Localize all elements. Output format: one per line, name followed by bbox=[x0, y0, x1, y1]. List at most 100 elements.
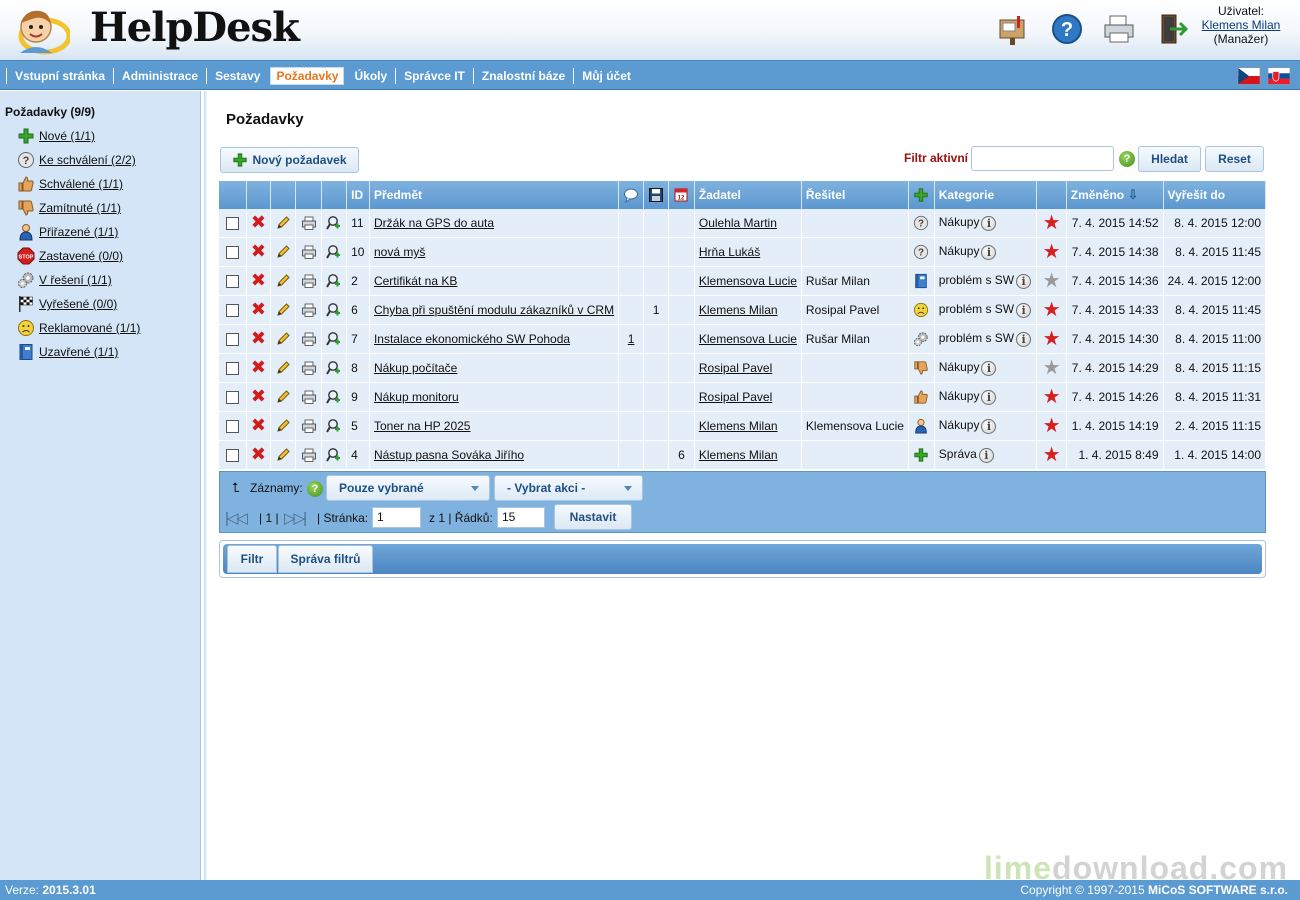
sidebar-item-vyresene[interactable]: Vyřešené (0/0) bbox=[17, 295, 117, 313]
sidebar-item-schvalene[interactable]: Schválené (1/1) bbox=[17, 175, 123, 193]
edit-pencil-icon[interactable] bbox=[275, 331, 291, 345]
print-icon[interactable] bbox=[301, 331, 317, 346]
sidebar-item-label[interactable]: Schválené (1/1) bbox=[39, 177, 123, 191]
sidebar-item-v-reseni[interactable]: V řešení (1/1) bbox=[17, 271, 112, 289]
col-comments[interactable] bbox=[619, 181, 645, 209]
row-subject-link[interactable]: Instalace ekonomického SW Pohoda bbox=[374, 332, 570, 346]
edit-pencil-icon[interactable] bbox=[275, 389, 291, 403]
info-icon[interactable]: i bbox=[981, 389, 997, 405]
detail-magnifier-icon[interactable] bbox=[326, 447, 342, 462]
row-checkbox[interactable] bbox=[225, 362, 239, 376]
slovak-flag-icon[interactable] bbox=[1267, 67, 1291, 85]
logout-icon[interactable] bbox=[1156, 12, 1190, 46]
row-requester-link[interactable]: Klemensova Lucie bbox=[699, 332, 797, 346]
print-icon[interactable] bbox=[301, 302, 317, 317]
delete-icon[interactable]: ✖ bbox=[251, 213, 266, 231]
sidebar-item-ke-schvaleni[interactable]: ? Ke schválení (2/2) bbox=[17, 151, 136, 169]
row-requester-link[interactable]: Hrňa Lukáš bbox=[699, 245, 760, 259]
delete-icon[interactable]: ✖ bbox=[251, 329, 266, 347]
help-icon[interactable]: ? bbox=[1050, 12, 1084, 46]
row-requester-link[interactable]: Rosipal Pavel bbox=[699, 361, 772, 375]
records-help-icon[interactable]: ? bbox=[307, 481, 323, 497]
sidebar-item-reklamovane[interactable]: Reklamované (1/1) bbox=[17, 319, 140, 337]
sidebar-item-label[interactable]: Ke schválení (2/2) bbox=[39, 153, 136, 167]
print-icon[interactable] bbox=[301, 273, 317, 288]
delete-icon[interactable]: ✖ bbox=[251, 358, 266, 376]
user-name-link[interactable]: Klemens Milan bbox=[1202, 18, 1281, 32]
mailbox-icon[interactable] bbox=[996, 12, 1030, 46]
nav-ukoly[interactable]: Úkoly bbox=[346, 68, 395, 84]
sidebar-item-nove[interactable]: Nové (1/1) bbox=[17, 127, 95, 145]
rows-input[interactable]: 15 bbox=[497, 507, 545, 528]
sidebar-item-label[interactable]: Zastavené (0/0) bbox=[39, 249, 123, 263]
row-subject-link[interactable]: Toner na HP 2025 bbox=[374, 419, 471, 433]
new-request-button[interactable]: Nový požadavek bbox=[220, 147, 359, 173]
detail-magnifier-icon[interactable] bbox=[326, 215, 342, 230]
print-icon[interactable] bbox=[301, 389, 317, 404]
row-checkbox[interactable] bbox=[225, 333, 239, 347]
row-requester-link[interactable]: Klemens Milan bbox=[699, 303, 778, 317]
sidebar-item-prirazene[interactable]: Přiřazené (1/1) bbox=[17, 223, 118, 241]
print-icon[interactable] bbox=[301, 447, 317, 462]
row-subject-link[interactable]: Nákup monitoru bbox=[374, 390, 459, 404]
col-requester[interactable]: Žadatel bbox=[694, 181, 802, 209]
filter-search-input[interactable] bbox=[971, 146, 1114, 171]
sidebar-item-label[interactable]: Uzavřené (1/1) bbox=[39, 345, 118, 359]
row-comments-link[interactable]: 1 bbox=[628, 332, 635, 346]
sidebar-item-uzavrene[interactable]: Uzavřené (1/1) bbox=[17, 343, 118, 361]
nav-administrace[interactable]: Administrace bbox=[113, 68, 206, 84]
info-icon[interactable]: i bbox=[981, 215, 997, 231]
print-icon[interactable] bbox=[301, 244, 317, 259]
detail-magnifier-icon[interactable] bbox=[326, 360, 342, 375]
row-requester-link[interactable]: Klemensova Lucie bbox=[699, 274, 797, 288]
delete-icon[interactable]: ✖ bbox=[251, 445, 266, 463]
delete-icon[interactable]: ✖ bbox=[251, 242, 266, 260]
table-row[interactable]: ✖ 2 Certifikát na KB Klemensova Lucie Rušar … bbox=[219, 267, 1266, 296]
edit-pencil-icon[interactable] bbox=[275, 215, 291, 229]
sidebar-item-label[interactable]: Přiřazené (1/1) bbox=[39, 225, 118, 239]
detail-magnifier-icon[interactable] bbox=[326, 302, 342, 317]
sidebar-item-label[interactable]: V řešení (1/1) bbox=[39, 273, 112, 287]
table-row[interactable]: ✖ 9 Nákup monitoru Rosipal Pavel Nákupy i ★ 7. … bbox=[219, 383, 1266, 412]
row-subject-link[interactable]: Držák na GPS do auta bbox=[374, 216, 494, 230]
first-page-icon[interactable]: |◁◁ bbox=[225, 509, 248, 527]
row-checkbox[interactable] bbox=[225, 217, 239, 231]
filter-help-icon[interactable]: ? bbox=[1119, 151, 1135, 167]
row-checkbox[interactable] bbox=[225, 420, 239, 434]
detail-magnifier-icon[interactable] bbox=[326, 331, 342, 346]
nav-spravce-it[interactable]: Správce IT bbox=[395, 68, 473, 84]
row-checkbox[interactable] bbox=[225, 246, 239, 260]
edit-pencil-icon[interactable] bbox=[275, 302, 291, 316]
row-subject-link[interactable]: Chyba při spuštění modulu zákazníků v CR… bbox=[374, 303, 614, 317]
row-requester-link[interactable]: Klemens Milan bbox=[699, 448, 778, 462]
nav-sestavy[interactable]: Sestavy bbox=[206, 68, 268, 84]
table-row[interactable]: ✖ 10 nová myš Hrňa Lukáš? Nákupy i ★ 7. 4. 2015… bbox=[219, 238, 1266, 267]
col-changed[interactable]: Změněno ⇩ bbox=[1066, 181, 1164, 209]
nav-vstupni-stranka[interactable]: Vstupní stránka bbox=[6, 68, 113, 84]
info-icon[interactable]: i bbox=[981, 244, 997, 260]
print-icon[interactable] bbox=[301, 418, 317, 433]
sidebar-item-label[interactable]: Zamítnuté (1/1) bbox=[39, 201, 121, 215]
delete-icon[interactable]: ✖ bbox=[251, 271, 266, 289]
row-subject-link[interactable]: nová myš bbox=[374, 245, 425, 259]
col-tasks[interactable]: 12 bbox=[669, 181, 695, 209]
edit-pencil-icon[interactable] bbox=[275, 418, 291, 432]
info-icon[interactable]: i bbox=[981, 360, 997, 376]
printer-icon[interactable] bbox=[1102, 12, 1136, 46]
row-requester-link[interactable]: Klemens Milan bbox=[699, 419, 778, 433]
edit-pencil-icon[interactable] bbox=[275, 360, 291, 374]
col-resolver[interactable]: Řešitel bbox=[801, 181, 909, 209]
last-page-icon[interactable]: ▷▷| bbox=[284, 509, 307, 527]
sidebar-item-label[interactable]: Nové (1/1) bbox=[39, 129, 95, 143]
edit-pencil-icon[interactable] bbox=[275, 244, 291, 258]
row-subject-link[interactable]: Nástup pasna Sováka Jiřího bbox=[374, 448, 524, 462]
apply-button[interactable]: Nastavit bbox=[554, 504, 632, 530]
info-icon[interactable]: i bbox=[981, 418, 997, 434]
delete-icon[interactable]: ✖ bbox=[251, 387, 266, 405]
row-checkbox[interactable] bbox=[225, 304, 239, 318]
col-id[interactable]: ID bbox=[347, 181, 370, 209]
print-icon[interactable] bbox=[301, 215, 317, 230]
page-input[interactable]: 1 bbox=[372, 507, 421, 528]
table-row[interactable]: ✖ 7 Instalace ekonomického SW Pohoda 1 Kleme… bbox=[219, 325, 1266, 354]
delete-icon[interactable]: ✖ bbox=[251, 416, 266, 434]
